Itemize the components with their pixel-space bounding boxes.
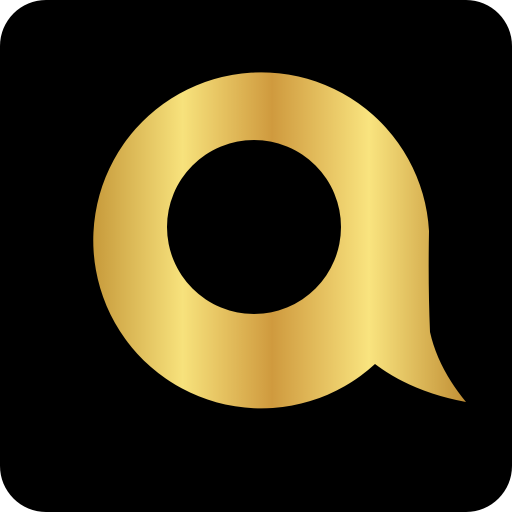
app-icon-svg — [0, 0, 512, 512]
app-icon — [0, 0, 512, 512]
